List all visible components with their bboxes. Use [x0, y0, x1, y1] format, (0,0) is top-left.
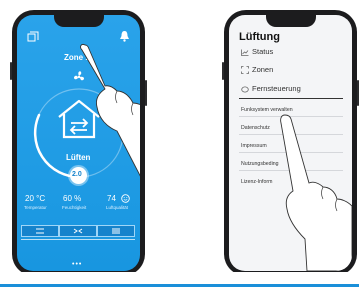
- stat-temperature-value: 20 °C: [25, 194, 46, 203]
- notch: [266, 15, 316, 27]
- crossflow-icon: [73, 228, 83, 234]
- page-dots[interactable]: •••: [72, 261, 82, 268]
- submenu-item-nutzungsbedingungen[interactable]: Nutzungsbeding: [241, 161, 279, 167]
- mode-underline: [21, 239, 135, 240]
- stat-humidity-label: Feuchtigkeit: [62, 205, 87, 210]
- zones-icon: [241, 66, 249, 74]
- right-phone: Lüftung Status Zonen Fernsteuerung Funks…: [222, 10, 359, 276]
- chart-icon: [241, 49, 249, 56]
- stat-air-quality-value: 74: [107, 194, 116, 203]
- hand-pointer: [80, 44, 140, 177]
- smiley-icon: [121, 194, 130, 203]
- volume-button: [10, 62, 12, 80]
- menu-item-label: Fernsteuerung: [252, 84, 301, 93]
- left-phone: Zone 1 Lüften 2.0 20 °C Temperatur 60 % …: [10, 10, 147, 276]
- submenu-item-impressum[interactable]: Impressum: [241, 143, 267, 149]
- footer-accent-line: [0, 284, 359, 287]
- notch: [54, 15, 104, 27]
- mode-button-list[interactable]: [21, 225, 59, 237]
- submenu-item-lizenz[interactable]: Lizenz-Inform: [241, 179, 272, 185]
- mode-button-sliders[interactable]: [97, 225, 135, 237]
- mode-button-crossflow[interactable]: [59, 225, 97, 237]
- menu-item-status[interactable]: Status: [241, 47, 273, 56]
- menu-item-fernsteuerung[interactable]: Fernsteuerung: [241, 84, 301, 93]
- menu-item-label: Status: [252, 47, 274, 56]
- stat-air-quality-label: Luftqualität: [106, 205, 129, 210]
- submenu-item-datenschutz[interactable]: Datenschutz: [241, 125, 270, 131]
- right-screen: Lüftung Status Zonen Fernsteuerung Funks…: [229, 15, 352, 271]
- hand-pointer: [280, 114, 352, 271]
- rooms-icon[interactable]: [27, 31, 39, 43]
- left-screen: Zone 1 Lüften 2.0 20 °C Temperatur 60 % …: [17, 15, 140, 271]
- stat-temperature-label: Temperatur: [24, 205, 47, 210]
- remote-icon: [241, 86, 249, 93]
- power-button: [145, 80, 147, 106]
- menu-item-label: Zonen: [252, 65, 274, 74]
- stat-humidity-value: 60 %: [63, 194, 82, 203]
- volume-button: [222, 62, 224, 80]
- menu-item-zonen[interactable]: Zonen: [241, 65, 273, 74]
- sliders-icon: [112, 228, 120, 234]
- menu-lines-icon: [36, 228, 44, 234]
- divider: [239, 98, 343, 99]
- page-title: Lüftung: [239, 31, 280, 43]
